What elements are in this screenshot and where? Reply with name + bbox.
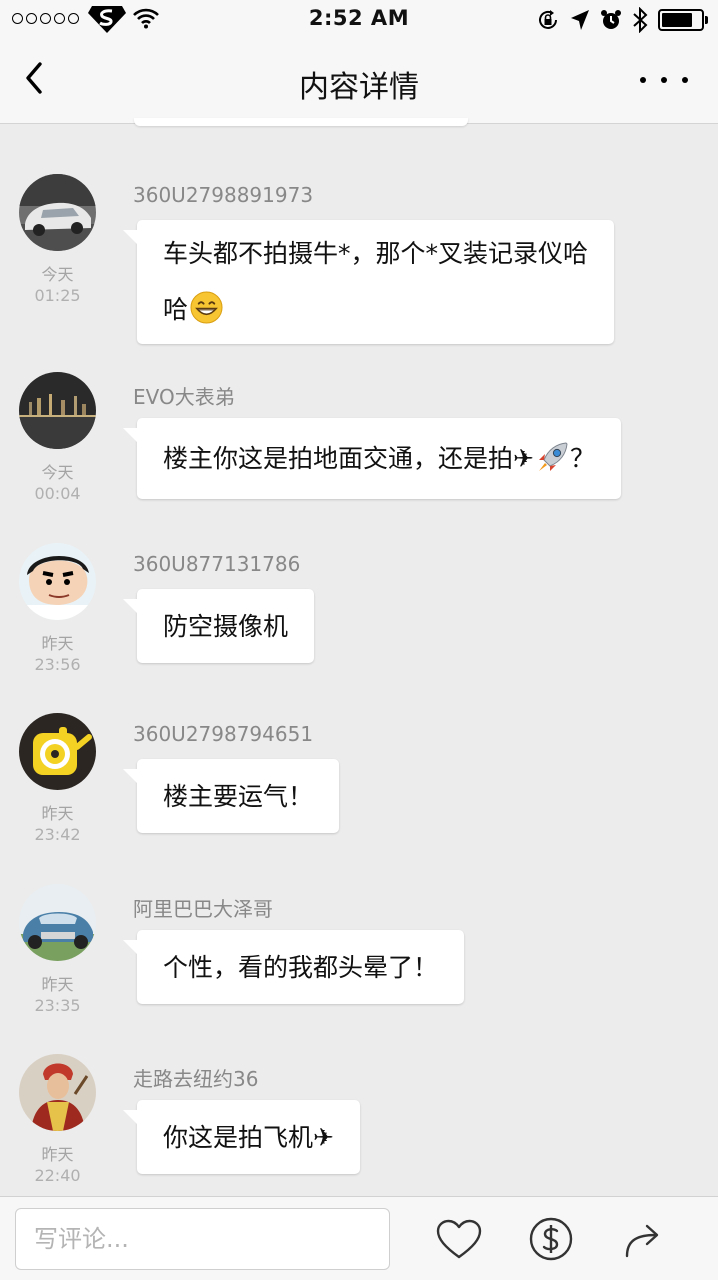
comment-time: 23:56: [34, 655, 81, 674]
comment-bubble: 车头都不拍摄牛*，那个*叉装记录仪哈 哈: [122, 220, 615, 344]
like-button[interactable]: [434, 1215, 484, 1263]
more-button[interactable]: [640, 70, 688, 90]
more-dots-icon: [640, 77, 646, 83]
page-title: 内容详情: [299, 70, 419, 105]
rocket-icon: [538, 442, 568, 471]
comment-username[interactable]: EVO大表弟: [133, 381, 235, 410]
reward-button[interactable]: [526, 1215, 576, 1263]
comment-time: 23:35: [34, 996, 81, 1015]
user-avatar[interactable]: [19, 1054, 96, 1131]
comment-text-line: 哈: [163, 295, 189, 324]
share-button[interactable]: [617, 1215, 667, 1263]
battery-icon: [658, 9, 708, 31]
comment-time: 01:25: [34, 286, 81, 305]
location-icon: [571, 10, 589, 30]
previous-comment-bubble: [134, 118, 468, 126]
comment-time: 00:04: [34, 484, 81, 503]
comment-username[interactable]: 阿里巴巴大泽哥: [133, 893, 273, 922]
share-icon: [625, 1224, 659, 1258]
comment-bubble: 个性，看的我都头晕了！: [122, 930, 465, 1004]
comment-time: 23:42: [34, 825, 81, 844]
comment-username[interactable]: 360U2798794651: [133, 722, 313, 746]
comment-username[interactable]: 360U877131786: [133, 552, 300, 576]
comment-date: 昨天: [41, 634, 74, 653]
user-avatar[interactable]: [19, 174, 96, 251]
comment-date: 昨天: [41, 975, 74, 994]
comment-username[interactable]: 360U2798891973: [133, 183, 313, 207]
comment-text-line: 车头都不拍摄牛*，那个*叉装记录仪哈: [163, 239, 589, 268]
comment-time: 22:40: [34, 1166, 81, 1185]
dollar-icon: [529, 1217, 573, 1261]
comment-text: 楼主你这是拍地面交通，还是拍✈: [163, 444, 534, 473]
comment-bubble: 楼主你这是拍地面交通，还是拍✈ ？: [123, 418, 621, 499]
user-avatar[interactable]: [19, 543, 96, 620]
nav-bar: 内容详情: [0, 40, 718, 124]
comment-date: 昨天: [41, 1145, 74, 1164]
comment-input[interactable]: [15, 1208, 390, 1270]
alarm-icon: [601, 10, 621, 29]
user-avatar[interactable]: [19, 713, 96, 790]
comment-text: ？: [569, 444, 595, 473]
status-bar: 2:52 AM: [0, 0, 718, 40]
user-avatar[interactable]: [19, 372, 96, 449]
comment-bubble: 楼主要运气！: [122, 759, 340, 833]
comment-bubble: 防空摄像机: [122, 589, 315, 663]
bottom-bar: [0, 1196, 718, 1280]
grinning-face-icon: [190, 291, 223, 324]
user-avatar[interactable]: [19, 884, 96, 961]
comment-username[interactable]: 走路去纽约36: [133, 1063, 258, 1092]
comment-date: 今天: [41, 463, 74, 482]
comment-date: 昨天: [41, 804, 74, 823]
heart-icon: [436, 1219, 482, 1259]
bluetooth-icon: [633, 7, 648, 33]
comment-bubble: 你这是拍飞机✈: [123, 1100, 360, 1174]
comment-date: 今天: [41, 265, 74, 284]
rotation-lock-icon: [539, 10, 557, 29]
